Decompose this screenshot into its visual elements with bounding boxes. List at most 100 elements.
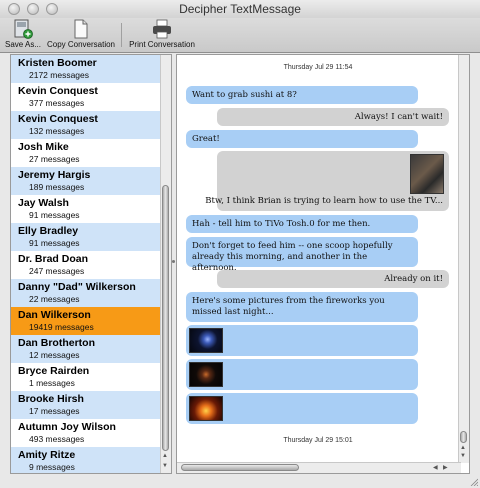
photo-thumbnail[interactable] xyxy=(189,362,223,387)
scroll-up-arrow-icon[interactable]: ▲ xyxy=(162,453,168,459)
contact-row[interactable]: Josh Mike 27 messages xyxy=(11,139,162,167)
contact-row[interactable]: Jeremy Hargis 189 messages xyxy=(11,167,162,195)
contact-name: Danny "Dad" Wilkerson xyxy=(18,281,136,293)
message-text: Btw, I think Brian is trying to learn ho… xyxy=(205,196,443,206)
incoming-photo-bubble xyxy=(186,393,418,424)
toolbar-separator xyxy=(121,23,122,47)
scroll-left-arrow-icon[interactable]: ◀ xyxy=(433,464,438,471)
resize-grip-icon[interactable] xyxy=(470,478,478,486)
message-text: Don't forget to feed him -- one scoop ho… xyxy=(192,241,393,273)
outgoing-message-bubble: Btw, I think Brian is trying to learn ho… xyxy=(205,151,449,211)
contact-name: Jay Walsh xyxy=(18,197,69,209)
contact-row[interactable]: Brooke Hirsh 17 messages xyxy=(11,391,162,419)
incoming-message-bubble: Great! xyxy=(186,130,418,148)
copy-conversation-label: Copy Conversation xyxy=(46,40,116,49)
contact-name: Amity Ritze xyxy=(18,449,76,461)
photo-thumbnail[interactable] xyxy=(189,328,223,353)
contact-row[interactable]: Kristen Boomer 2172 messages xyxy=(11,55,162,83)
scroll-up-arrow-icon[interactable]: ▲ xyxy=(460,445,466,451)
contact-row[interactable]: Amity Ritze 9 messages xyxy=(11,447,162,473)
message-count: 1 messages xyxy=(29,378,75,388)
document-icon xyxy=(74,19,88,39)
conversation-horizontal-scrollbar[interactable]: ◀ ▶ xyxy=(177,462,461,473)
message-count: 12 messages xyxy=(29,350,80,360)
contact-row[interactable]: Danny "Dad" Wilkerson 22 messages xyxy=(11,279,162,307)
contacts-scrollbar[interactable]: ▲ ▼ xyxy=(160,55,171,473)
conversation-scrollbar[interactable]: ▲ ▼ xyxy=(458,55,469,463)
message-count: 189 messages xyxy=(29,182,85,192)
photo-thumbnail[interactable] xyxy=(410,154,444,194)
message-text: Want to grab sushi at 8? xyxy=(192,90,297,100)
incoming-message-bubble: Want to grab sushi at 8? xyxy=(186,86,418,104)
message-text: Already on it! xyxy=(384,274,443,284)
message-count: 493 messages xyxy=(29,434,85,444)
scroll-down-arrow-icon[interactable]: ▼ xyxy=(162,463,168,469)
message-count: 247 messages xyxy=(29,266,85,276)
message-count: 9 messages xyxy=(29,462,75,472)
message-text: Great! xyxy=(192,134,220,144)
contact-name: Jeremy Hargis xyxy=(18,169,91,181)
printer-icon xyxy=(153,19,171,39)
save-as-label: Save As... xyxy=(4,40,42,49)
print-conversation-label: Print Conversation xyxy=(129,40,195,49)
contact-row[interactable]: Dan Brotherton 12 messages xyxy=(11,335,162,363)
contact-name: Dan Wilkerson xyxy=(18,309,91,321)
contact-name: Josh Mike xyxy=(18,141,69,153)
conversation-view[interactable]: Thursday Jul 29 11:54 Want to grab sushi… xyxy=(176,54,470,474)
message-count: 2172 messages xyxy=(29,70,90,80)
message-count: 19419 messages xyxy=(29,322,94,332)
contact-row-selected[interactable]: Dan Wilkerson 19419 messages xyxy=(11,307,162,335)
message-text: Hah - tell him to TiVo Tosh.0 for me the… xyxy=(192,219,371,229)
timestamp: Thursday Jul 29 15:01 xyxy=(283,437,353,444)
print-conversation-button[interactable]: Print Conversation xyxy=(126,18,198,52)
contacts-scroll-thumb[interactable] xyxy=(162,185,169,451)
contact-name: Autumn Joy Wilson xyxy=(18,421,116,433)
divider-grip-icon xyxy=(172,260,175,263)
contact-row[interactable]: Kevin Conquest 377 messages xyxy=(11,83,162,111)
message-count: 91 messages xyxy=(29,238,80,248)
save-as-button[interactable]: Save As... xyxy=(3,18,43,52)
contact-name: Dr. Brad Doan xyxy=(18,253,89,265)
app-window: Decipher TextMessage Save As... Copy Con… xyxy=(0,0,480,488)
contact-row[interactable]: Elly Bradley 91 messages xyxy=(11,223,162,251)
timestamp: Thursday Jul 29 11:54 xyxy=(283,64,353,71)
incoming-message-bubble: Here's some pictures from the fireworks … xyxy=(186,292,418,322)
message-text: Here's some pictures from the fireworks … xyxy=(192,296,385,317)
contact-name: Brooke Hirsh xyxy=(18,393,84,405)
contact-name: Kevin Conquest xyxy=(18,113,98,125)
incoming-message-bubble: Hah - tell him to TiVo Tosh.0 for me the… xyxy=(186,215,418,233)
conversation-scroll-thumb[interactable] xyxy=(460,431,467,443)
incoming-photo-bubble xyxy=(186,359,418,390)
toolbar: Save As... Copy Conversation Print Conve… xyxy=(0,18,480,53)
message-text: Always! I can't wait! xyxy=(354,112,443,122)
message-count: 377 messages xyxy=(29,98,85,108)
photo-thumbnail[interactable] xyxy=(189,396,223,421)
incoming-photo-bubble xyxy=(186,325,418,356)
contact-name: Dan Brotherton xyxy=(18,337,95,349)
window-title: Decipher TextMessage xyxy=(179,2,301,16)
incoming-message-bubble: Don't forget to feed him -- one scoop ho… xyxy=(186,237,418,273)
copy-conversation-button[interactable]: Copy Conversation xyxy=(46,18,116,52)
contact-name: Kristen Boomer xyxy=(18,57,97,69)
contact-row[interactable]: Bryce Rairden 1 messages xyxy=(11,363,162,391)
scroll-down-arrow-icon[interactable]: ▼ xyxy=(460,453,466,459)
contacts-list[interactable]: Kristen Boomer 2172 messages Kevin Conqu… xyxy=(10,54,172,474)
contact-name: Bryce Rairden xyxy=(18,365,90,377)
message-count: 91 messages xyxy=(29,210,80,220)
outgoing-message-bubble: Always! I can't wait! xyxy=(217,108,449,126)
message-count: 17 messages xyxy=(29,406,80,416)
message-count: 22 messages xyxy=(29,294,80,304)
contact-name: Kevin Conquest xyxy=(18,85,98,97)
outgoing-message-bubble: Already on it! xyxy=(217,270,449,288)
contact-row[interactable]: Autumn Joy Wilson 493 messages xyxy=(11,419,162,447)
scroll-right-arrow-icon[interactable]: ▶ xyxy=(443,464,448,471)
title-bar: Decipher TextMessage xyxy=(0,0,480,19)
horizontal-scroll-thumb[interactable] xyxy=(181,464,299,471)
contact-row[interactable]: Kevin Conquest 132 messages xyxy=(11,111,162,139)
contact-name: Elly Bradley xyxy=(18,225,79,237)
message-count: 132 messages xyxy=(29,126,85,136)
save-icon xyxy=(14,19,33,39)
message-count: 27 messages xyxy=(29,154,80,164)
contact-row[interactable]: Dr. Brad Doan 247 messages xyxy=(11,251,162,279)
contact-row[interactable]: Jay Walsh 91 messages xyxy=(11,195,162,223)
